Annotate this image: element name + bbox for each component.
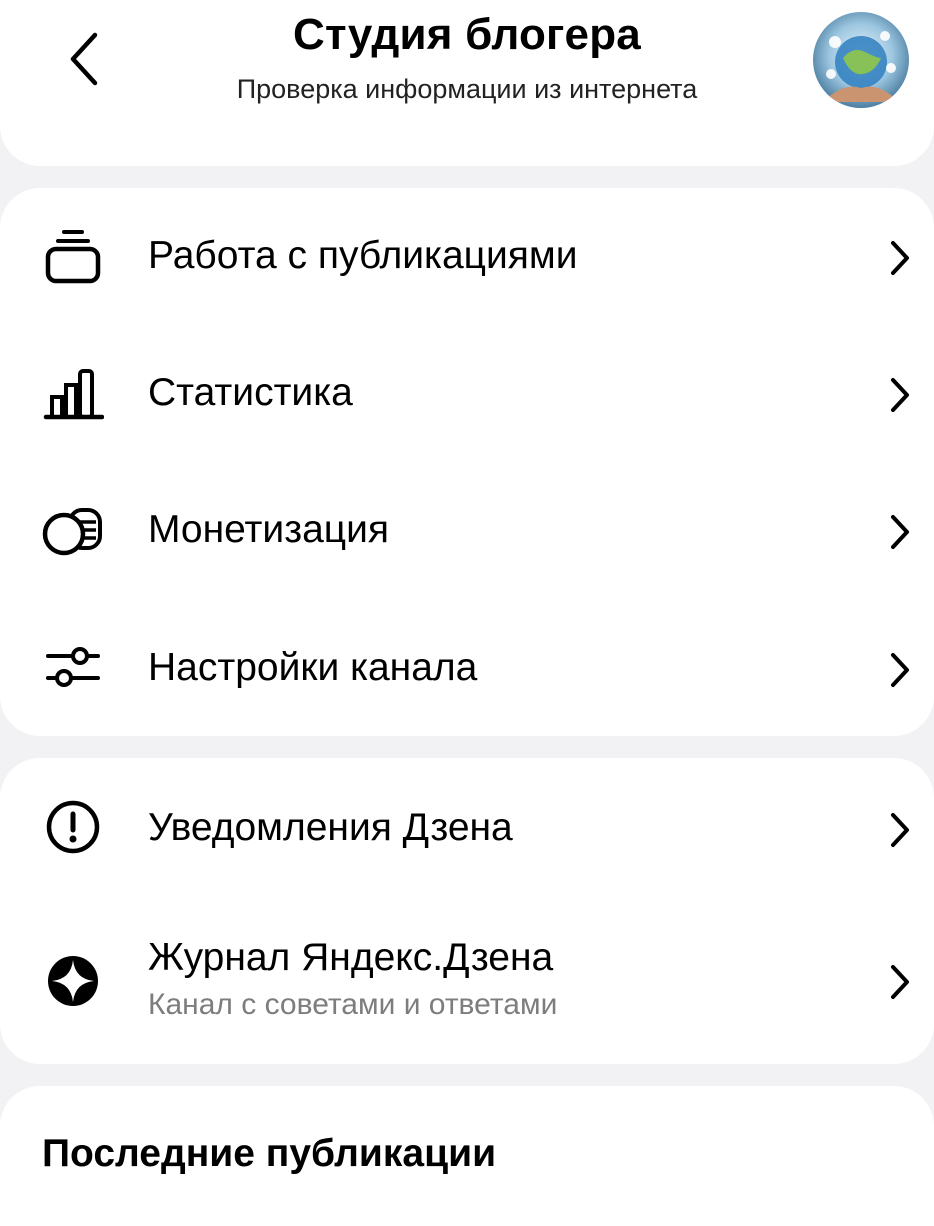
chevron-right-icon — [880, 962, 920, 1002]
page-subtitle: Проверка информации из интернета — [236, 74, 698, 104]
menu-item-publications[interactable]: Работа с публикациями — [0, 196, 934, 316]
chevron-right-icon — [880, 375, 920, 415]
chevron-right-icon — [880, 650, 920, 690]
sliders-icon — [40, 634, 106, 700]
menu-item-label: Монетизация — [148, 508, 390, 551]
section-title: Последние публикации — [42, 1132, 497, 1175]
exclamation-circle-icon — [40, 794, 106, 860]
main-menu-card: Работа с публикациями Статистика Монетиз… — [0, 188, 934, 736]
publications-icon — [40, 222, 106, 288]
chevron-right-icon — [880, 810, 920, 850]
top-bar: Студия блогера Проверка информации из ин… — [0, 0, 934, 166]
menu-item-statistics[interactable]: Статистика — [0, 333, 934, 453]
secondary-menu-card: Уведомления Дзена Журнал Яндекс.Дзена Ка… — [0, 758, 934, 1064]
menu-item-monetization[interactable]: Монетизация — [0, 470, 934, 590]
menu-item-sublabel: Канал с советами и ответами — [148, 988, 558, 1021]
page-title: Студия блогера — [293, 10, 641, 59]
chevron-right-icon — [880, 512, 920, 552]
zen-logo-icon — [40, 948, 106, 1014]
menu-item-zen-journal[interactable]: Журнал Яндекс.Дзена Канал с советами и о… — [0, 918, 934, 1048]
menu-item-zen-notifications[interactable]: Уведомления Дзена — [0, 768, 934, 888]
menu-item-label: Уведомления Дзена — [148, 806, 513, 849]
menu-item-label: Журнал Яндекс.Дзена — [148, 936, 554, 979]
menu-item-label: Настройки канала — [148, 646, 478, 689]
avatar-image — [813, 12, 909, 108]
bar-chart-icon — [40, 359, 106, 425]
chevron-right-icon — [880, 238, 920, 278]
avatar[interactable] — [813, 12, 909, 108]
menu-item-label: Статистика — [148, 371, 353, 414]
recent-publications-card: Последние публикации — [0, 1086, 934, 1226]
coins-icon — [40, 496, 106, 562]
menu-item-label: Работа с публикациями — [148, 234, 578, 277]
menu-item-channel-settings[interactable]: Настройки канала — [0, 608, 934, 728]
